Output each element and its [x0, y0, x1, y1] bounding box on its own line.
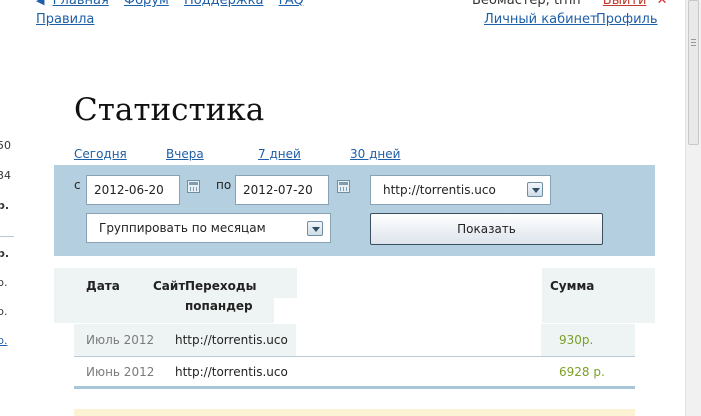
table-row: Июнь 2012 http://torrentis.uco 6928 р.	[74, 356, 635, 388]
left-sidebar: 50 34 р. р. р. р. р.	[0, 0, 14, 416]
group-select-value: Группировать по месяцам	[99, 221, 266, 235]
filter-panel: с 2012-06-20 по 2012-07-20 http://torren…	[54, 165, 655, 256]
chevron-down-icon[interactable]	[527, 182, 543, 197]
back-arrow-icon[interactable]: ◀	[36, 0, 44, 7]
header-spacer	[274, 298, 304, 323]
nav-link-faq[interactable]: FAQ	[279, 0, 304, 8]
calendar-icon[interactable]	[187, 180, 200, 193]
quick-link-today[interactable]: Сегодня	[74, 147, 127, 161]
table-header: Дата Сайт Переходы попандер Сумма	[54, 268, 655, 323]
chevron-down-icon[interactable]	[307, 221, 323, 236]
vertical-scrollbar[interactable]	[685, 0, 701, 416]
nav-link-forum[interactable]: Форум	[124, 0, 169, 8]
site-select-value: http://torrentis.uco	[383, 183, 496, 197]
cell-sum: 6928 р.	[559, 365, 605, 379]
scrollbar-thumb[interactable]	[688, 0, 699, 145]
sidebar-fragment: 34	[0, 169, 11, 182]
to-label: по	[216, 178, 232, 192]
page-title: Статистика	[74, 92, 265, 128]
nav-link-support[interactable]: Поддержка	[184, 0, 264, 8]
quick-link-7-days[interactable]: 7 дней	[258, 147, 301, 161]
group-select[interactable]: Группировать по месяцам	[86, 213, 331, 243]
cell-date: Июль 2012	[86, 333, 155, 347]
site-select[interactable]: http://torrentis.uco	[370, 175, 551, 205]
column-header-site: Сайт	[153, 279, 186, 293]
sidebar-fragment: р.	[0, 276, 8, 289]
table-bottom-border	[74, 386, 635, 389]
quick-link-yesterday[interactable]: Вчера	[166, 147, 204, 161]
nav-link-home[interactable]: Главная	[53, 0, 109, 8]
column-header-clicks: Переходы	[185, 279, 257, 293]
date-from-input[interactable]: 2012-06-20	[86, 175, 180, 205]
cell-sum: 930р.	[559, 333, 594, 347]
cabinet-link[interactable]: Личный кабинет	[484, 12, 598, 27]
cell-date: Июнь 2012	[86, 365, 155, 379]
user-name: Вебмастер, trnn	[472, 0, 581, 8]
show-button[interactable]: Показать	[370, 213, 603, 245]
sidebar-link-fragment[interactable]: р.	[0, 334, 7, 347]
sidebar-fragment: р.	[0, 247, 10, 260]
notice-bar	[74, 409, 635, 416]
row-spacer	[296, 324, 541, 356]
top-nav: ◀ Главная Форум Поддержка FAQ	[36, 0, 315, 8]
close-icon[interactable]: ✕	[657, 0, 668, 8]
sidebar-fragment: 50	[0, 139, 11, 152]
header-spacer	[297, 268, 542, 323]
sidebar-fragment: р.	[0, 199, 10, 212]
calendar-icon[interactable]	[337, 180, 350, 193]
from-label: с	[74, 178, 81, 192]
logout-link[interactable]: Выйти	[603, 0, 647, 8]
user-info: Вебмастер, trnn Выйти ✕	[472, 0, 667, 8]
column-header-sum: Сумма	[550, 279, 595, 293]
table-row: Июль 2012 http://torrentis.uco 930р.	[74, 324, 635, 356]
column-header-date: Дата	[86, 279, 120, 293]
sidebar-divider	[0, 236, 14, 237]
column-header-clicks-sub: попандер	[185, 299, 253, 313]
sidebar-fragment: р.	[0, 305, 8, 318]
nav-link-rules[interactable]: Правила	[36, 12, 94, 27]
profile-link[interactable]: Профиль	[596, 12, 658, 27]
quick-link-30-days[interactable]: 30 дней	[350, 147, 400, 161]
date-to-input[interactable]: 2012-07-20	[235, 175, 329, 205]
cell-site: http://torrentis.uco	[175, 333, 288, 347]
cell-site: http://torrentis.uco	[175, 365, 288, 379]
